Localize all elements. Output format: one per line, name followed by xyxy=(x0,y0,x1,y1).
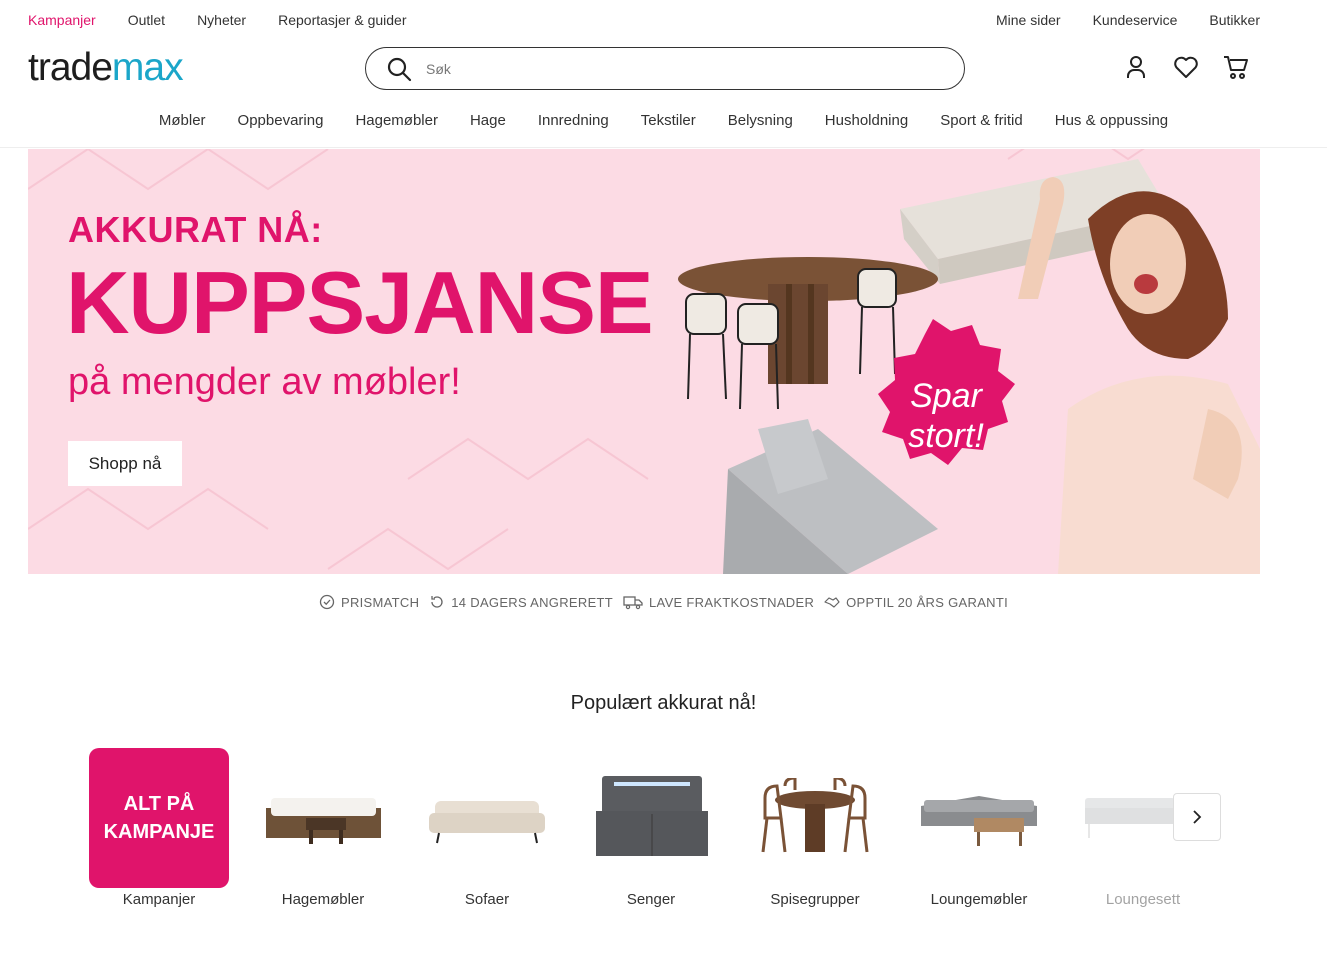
shop-now-button[interactable]: Shopp nå xyxy=(68,441,182,486)
top-link-kampanjer[interactable]: Kampanjer xyxy=(28,12,96,28)
search-icon[interactable] xyxy=(386,56,412,82)
cart-icon[interactable] xyxy=(1222,53,1250,81)
heart-icon[interactable] xyxy=(1172,53,1200,81)
top-utility-bar: Kampanjer Outlet Nyheter Reportasjer & g… xyxy=(0,0,1327,40)
usp-frakt: LAVE FRAKTKOSTNADER xyxy=(623,594,814,610)
check-circle-icon xyxy=(319,594,335,610)
hero-kicker: AKKURAT NÅ: xyxy=(68,209,323,250)
svg-text:Spar: Spar xyxy=(910,377,983,415)
nav-item-tekstiler[interactable]: Tekstiler xyxy=(641,112,696,129)
cheering-woman-image xyxy=(1018,177,1260,574)
spar-stort-badge: Spar stort! xyxy=(878,319,1015,465)
bed-thumb-image xyxy=(576,748,726,888)
search-box[interactable] xyxy=(365,47,965,90)
popular-card-hagemobler[interactable]: Hagemøbler xyxy=(248,748,398,913)
top-link-reportasjer[interactable]: Reportasjer & guider xyxy=(278,12,406,28)
chevron-right-icon xyxy=(1193,810,1202,824)
popular-card-sofaer[interactable]: Sofaer xyxy=(412,748,562,913)
user-icon[interactable] xyxy=(1122,53,1150,81)
popular-section-title: Populært akkurat nå! xyxy=(570,692,757,714)
popular-card-spisegrupper[interactable]: Spisegrupper xyxy=(740,748,890,913)
nav-item-husholdning[interactable]: Husholdning xyxy=(825,112,908,129)
nav-item-sport-fritid[interactable]: Sport & fritid xyxy=(940,112,1023,129)
popular-card-label: Senger xyxy=(626,891,676,908)
handshake-icon xyxy=(824,597,840,608)
hero-subline: på mengder av møbler! xyxy=(68,361,461,403)
logo-part-max: max xyxy=(111,46,184,89)
nav-item-oppbevaring[interactable]: Oppbevaring xyxy=(238,112,324,129)
top-link-outlet[interactable]: Outlet xyxy=(128,12,165,28)
popular-card-label: Kampanjer xyxy=(122,891,196,908)
category-nav: Møbler Oppbevaring Hagemøbler Hage Innre… xyxy=(0,100,1327,148)
popular-card-label: Spisegrupper xyxy=(770,891,860,908)
svg-text:stort!: stort! xyxy=(908,417,984,455)
usp-label: 14 DAGERS ANGRERETT xyxy=(451,594,614,610)
hero-banner[interactable]: AKKURAT NÅ: KUPPSJANSE på mengder av møb… xyxy=(28,149,1260,574)
header-icons xyxy=(1122,53,1250,81)
popular-card-label: Hagemøbler xyxy=(281,891,365,908)
usp-label: PRISMATCH xyxy=(340,594,420,610)
top-right-links: Mine sider Kundeservice Butikker xyxy=(996,12,1260,28)
top-link-nyheter[interactable]: Nyheter xyxy=(197,12,246,28)
trademax-logo[interactable]: trademax xyxy=(28,46,184,89)
promo-tile-line2: KAMPANJE xyxy=(103,821,215,843)
sofa-thumb-image xyxy=(412,748,562,888)
truck-icon xyxy=(623,596,643,610)
usp-label: OPPTIL 20 ÅRS GARANTI xyxy=(846,594,1009,610)
popular-card-senger[interactable]: Senger xyxy=(576,748,726,913)
nav-item-hage[interactable]: Hage xyxy=(470,112,506,129)
return-arrow-icon xyxy=(431,596,443,608)
nav-item-innredning[interactable]: Innredning xyxy=(538,112,609,129)
nav-item-hus-oppussing[interactable]: Hus & oppussing xyxy=(1055,112,1168,129)
popular-card-label: Loungemøbler xyxy=(930,891,1028,908)
alt-pa-kampanje-tile: ALT PÅ KAMPANJE xyxy=(89,748,229,888)
popular-card-label: Sofaer xyxy=(464,891,510,908)
top-link-kundeservice[interactable]: Kundeservice xyxy=(1093,12,1178,28)
site-header: trademax xyxy=(0,40,1327,100)
usp-garanti: OPPTIL 20 ÅRS GARANTI xyxy=(824,594,1008,610)
usp-row: PRISMATCH 14 DAGERS ANGRERETT LAVE FRAKT… xyxy=(0,594,1327,610)
search-input[interactable] xyxy=(426,60,906,77)
carousel-next-button[interactable] xyxy=(1173,793,1221,841)
top-left-links: Kampanjer Outlet Nyheter Reportasjer & g… xyxy=(28,12,407,28)
hero-product-collage: Spar stort! xyxy=(678,159,1260,574)
hero-headline: KUPPSJANSE xyxy=(66,253,654,352)
top-link-mine-sider[interactable]: Mine sider xyxy=(996,12,1061,28)
popular-card-label: Loungesett xyxy=(1105,891,1181,908)
usp-angrerett: 14 DAGERS ANGRERETT xyxy=(429,594,613,610)
lounge-furniture-thumb-image xyxy=(904,748,1054,888)
popular-card-kampanjer[interactable]: ALT PÅ KAMPANJE Kampanjer xyxy=(84,748,234,913)
nav-item-hagemobler[interactable]: Hagemøbler xyxy=(355,112,438,129)
nav-item-belysning[interactable]: Belysning xyxy=(728,112,793,129)
usp-label: LAVE FRAKTKOSTNADER xyxy=(649,594,815,610)
popular-card-loungemobler[interactable]: Loungemøbler xyxy=(904,748,1054,913)
popular-card-thumb: ALT PÅ KAMPANJE xyxy=(84,748,234,888)
garden-furniture-image xyxy=(248,748,398,888)
popular-carousel: ALT PÅ KAMPANJE Kampanjer Hagemøbler Sof… xyxy=(77,748,1227,918)
top-link-butikker[interactable]: Butikker xyxy=(1209,12,1260,28)
dining-set-thumb-image xyxy=(740,748,890,888)
nav-item-mobler[interactable]: Møbler xyxy=(159,112,206,129)
promo-tile-line1: ALT PÅ xyxy=(123,793,195,815)
logo-part-trade: trade xyxy=(28,46,113,89)
usp-prismatch: PRISMATCH xyxy=(319,594,419,610)
